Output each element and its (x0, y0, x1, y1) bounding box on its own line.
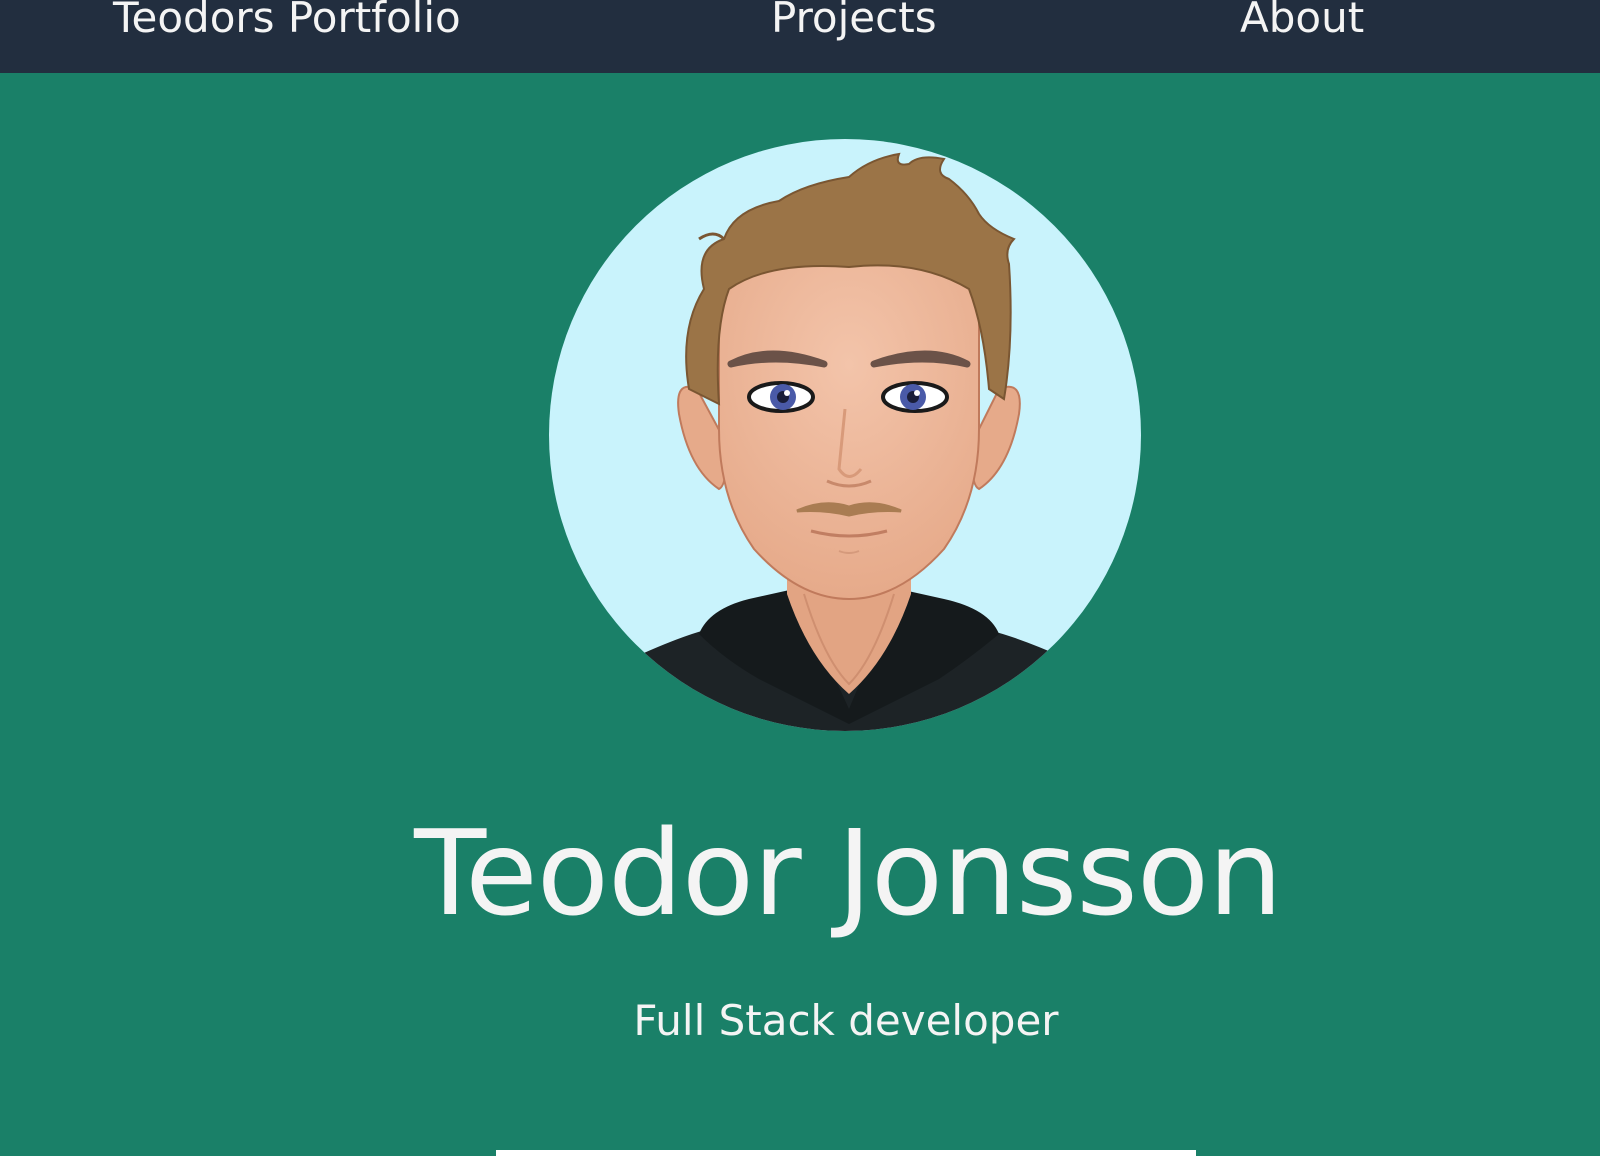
top-navbar: Teodors Portfolio Projects About (0, 0, 1600, 73)
nav-about-link[interactable]: About (1240, 0, 1364, 48)
hero-section: Teodor Jonsson Full Stack developer (0, 73, 1600, 1156)
nav-brand-link[interactable]: Teodors Portfolio (113, 0, 461, 48)
hero-name-heading: Teodor Jonsson (414, 804, 1283, 942)
hero-role-subtitle: Full Stack developer (633, 996, 1059, 1045)
nav-projects-link[interactable]: Projects (771, 0, 937, 48)
hero-divider (496, 1150, 1196, 1156)
profile-avatar (549, 139, 1141, 731)
